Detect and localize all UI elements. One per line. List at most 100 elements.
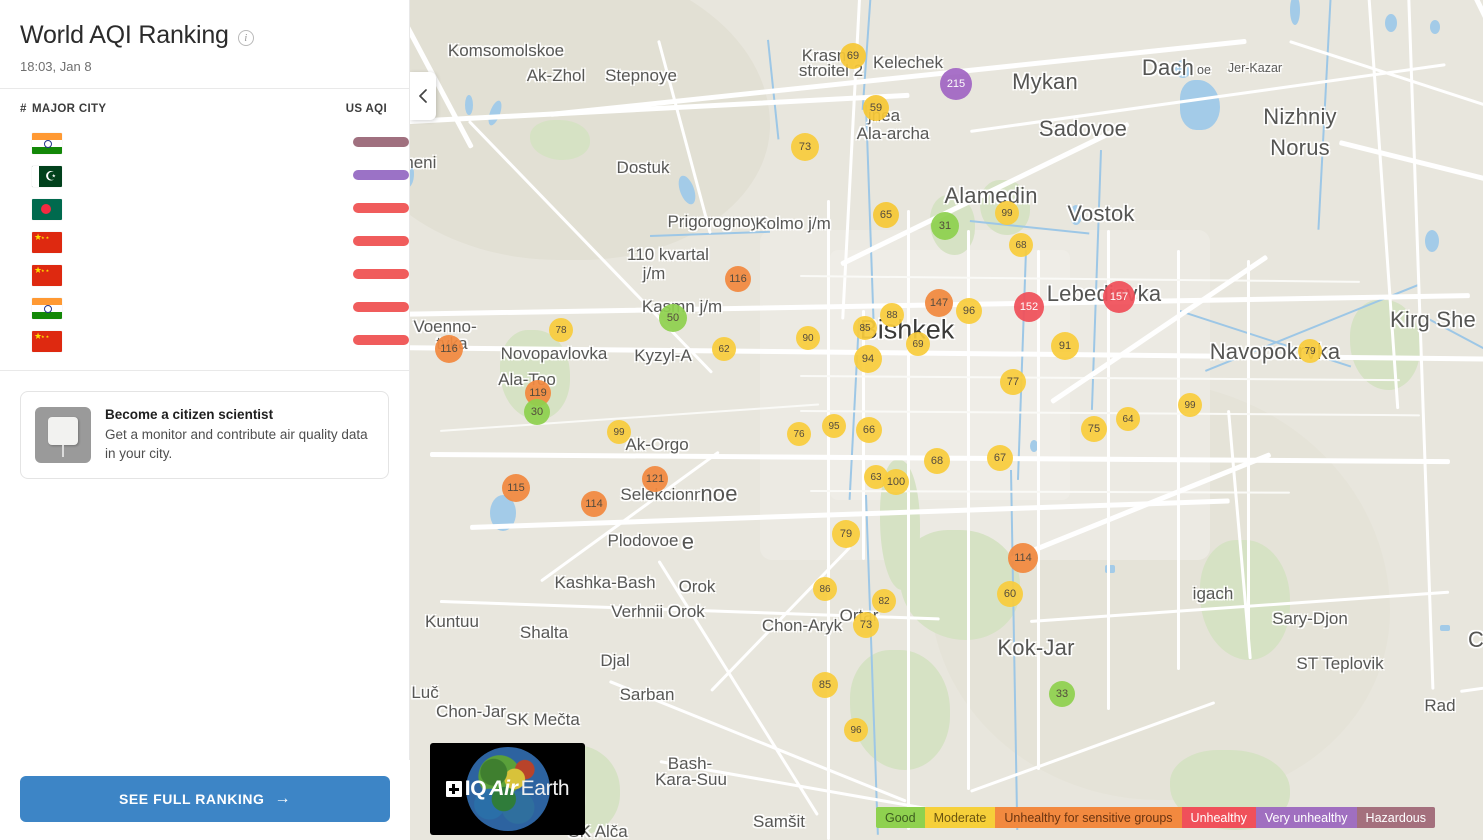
aqi-station-marker[interactable]: 67 (987, 445, 1013, 471)
aqi-station-marker[interactable]: 94 (854, 345, 882, 373)
road (1247, 260, 1250, 640)
aqi-station-marker[interactable]: 31 (931, 212, 959, 240)
aqi-station-marker[interactable]: 96 (956, 298, 982, 324)
aqi-station-marker[interactable]: 116 (435, 335, 463, 363)
city-cell (32, 165, 319, 187)
legend-item[interactable]: Good (875, 807, 925, 828)
map-place-label: Voenno- (413, 317, 477, 336)
aqi-station-marker[interactable]: 96 (844, 718, 868, 742)
aqi-station-marker[interactable]: 99 (995, 201, 1019, 225)
aqi-station-marker[interactable]: 73 (853, 612, 879, 638)
aqi-station-marker[interactable]: 116 (725, 266, 751, 292)
ranking-sidebar: World AQI Ranking i 18:03, Jan 8 # MAJOR… (0, 0, 410, 840)
aqi-station-marker[interactable]: 86 (813, 577, 837, 601)
aqi-station-marker[interactable]: 99 (1178, 393, 1202, 417)
water-body (1425, 230, 1439, 252)
aqi-station-marker[interactable]: 30 (524, 399, 550, 425)
timestamp: 18:03, Jan 8 (20, 58, 92, 74)
legend-item[interactable]: Very unhealthy (1255, 807, 1357, 828)
table-row[interactable] (0, 226, 409, 259)
air-quality-map[interactable]: KomsomolskoeAk-ZholStepnoye­meniDostukPr… (410, 0, 1483, 840)
table-row[interactable] (0, 259, 409, 292)
aqi-station-marker[interactable]: 65 (873, 202, 899, 228)
aqi-station-marker[interactable]: 121 (642, 466, 668, 492)
cta-label: SEE FULL RANKING (119, 791, 265, 807)
aqi-station-marker[interactable]: 91 (1051, 332, 1079, 360)
see-full-ranking-button[interactable]: SEE FULL RANKING → (20, 776, 390, 822)
aqi-station-marker[interactable]: 115 (502, 474, 530, 502)
legend-item[interactable]: Unhealthy (1181, 807, 1256, 828)
water-body (1175, 60, 1191, 78)
road (1460, 634, 1483, 693)
aqi-station-marker[interactable]: 59 (863, 95, 889, 121)
legend-item[interactable]: Moderate (924, 807, 996, 828)
aqi-station-marker[interactable]: 33 (1049, 681, 1075, 707)
aqi-station-marker[interactable]: 68 (1009, 233, 1033, 257)
aqi-station-marker[interactable]: 69 (906, 332, 930, 356)
aqi-station-marker[interactable]: 73 (791, 133, 819, 161)
map-place-label: Mykan (1012, 69, 1078, 94)
table-row[interactable] (0, 292, 409, 325)
aqi-station-marker[interactable]: 69 (840, 43, 866, 69)
iqair-earth-badge[interactable]: IQ Air Earth (430, 743, 585, 835)
water-body (1180, 80, 1220, 130)
table-row[interactable] (0, 193, 409, 226)
aqi-station-marker[interactable]: 147 (925, 289, 953, 317)
map-place-label: Samšit (753, 812, 805, 831)
map-place-label: Kelechek (873, 53, 943, 72)
header-row: # MAJOR CITY US AQI (0, 89, 409, 127)
aqi-station-marker[interactable]: 90 (796, 326, 820, 350)
aqi-station-marker[interactable]: 95 (822, 414, 846, 438)
rank-number (0, 160, 32, 193)
aqi-station-marker[interactable]: 64 (1116, 407, 1140, 431)
table-row[interactable] (0, 160, 409, 193)
aqi-station-marker[interactable]: 78 (549, 318, 573, 342)
city-cell (32, 231, 319, 253)
aqi-station-marker[interactable]: 50 (659, 304, 687, 332)
aqi-station-marker[interactable]: 60 (997, 581, 1023, 607)
aqi-station-marker[interactable]: 85 (853, 316, 877, 340)
cta-footer: SEE FULL RANKING → (0, 760, 410, 840)
title-row: World AQI Ranking i (20, 21, 389, 50)
legend-item[interactable]: Unhealthy for sensitive groups (995, 807, 1182, 828)
promo-title: Become a citizen scientist (105, 406, 274, 422)
river (1317, 0, 1332, 230)
table-row[interactable] (0, 127, 409, 160)
collapse-sidebar-button[interactable] (410, 72, 436, 120)
aqi-station-marker[interactable]: 152 (1014, 292, 1044, 322)
aqi-station-marker[interactable]: 215 (940, 68, 972, 100)
aqi-station-marker[interactable]: 82 (872, 589, 896, 613)
table-body (0, 127, 409, 358)
aqi-station-marker[interactable]: 68 (924, 448, 950, 474)
map-place-label: Orok (678, 577, 716, 596)
map-place-label: j/m (642, 264, 666, 283)
aqi-station-marker[interactable]: 157 (1103, 281, 1135, 313)
map-place-label: SK Mečta (506, 710, 580, 729)
column-header-aqi: US AQI (345, 102, 387, 115)
table-header: # MAJOR CITY US AQI (0, 89, 409, 127)
aqi-station-marker[interactable]: 76 (787, 422, 811, 446)
table-row[interactable] (0, 325, 409, 358)
map-place-label: C­ (1467, 627, 1483, 652)
aqi-station-marker[interactable]: 114 (581, 491, 607, 517)
aqi-station-marker[interactable]: 79 (832, 520, 860, 548)
swiss-cross-icon (445, 781, 462, 797)
city-cell (32, 132, 319, 154)
aqi-station-marker[interactable]: 79 (1298, 339, 1322, 363)
column-header-city: MAJOR CITY (32, 102, 107, 115)
aqi-station-marker[interactable]: 100 (883, 469, 909, 495)
rank-number (0, 193, 32, 226)
aqi-station-marker[interactable]: 66 (856, 417, 882, 443)
citizen-scientist-card[interactable]: Become a citizen scientist Get a monitor… (20, 390, 389, 479)
aqi-station-marker[interactable]: 62 (712, 337, 736, 361)
info-icon[interactable]: i (237, 30, 254, 47)
aqi-station-marker[interactable]: 77 (1000, 369, 1026, 395)
legend-item[interactable]: Hazardous (1356, 807, 1435, 828)
rank-number (0, 226, 32, 259)
aqi-station-marker[interactable]: 114 (1008, 543, 1038, 573)
aqi-station-marker[interactable]: 75 (1081, 416, 1107, 442)
aqi-station-marker[interactable]: 99 (607, 420, 631, 444)
aqi-station-marker[interactable]: 88 (880, 303, 904, 327)
country-flag-icon (32, 264, 62, 286)
aqi-station-marker[interactable]: 85 (812, 672, 838, 698)
